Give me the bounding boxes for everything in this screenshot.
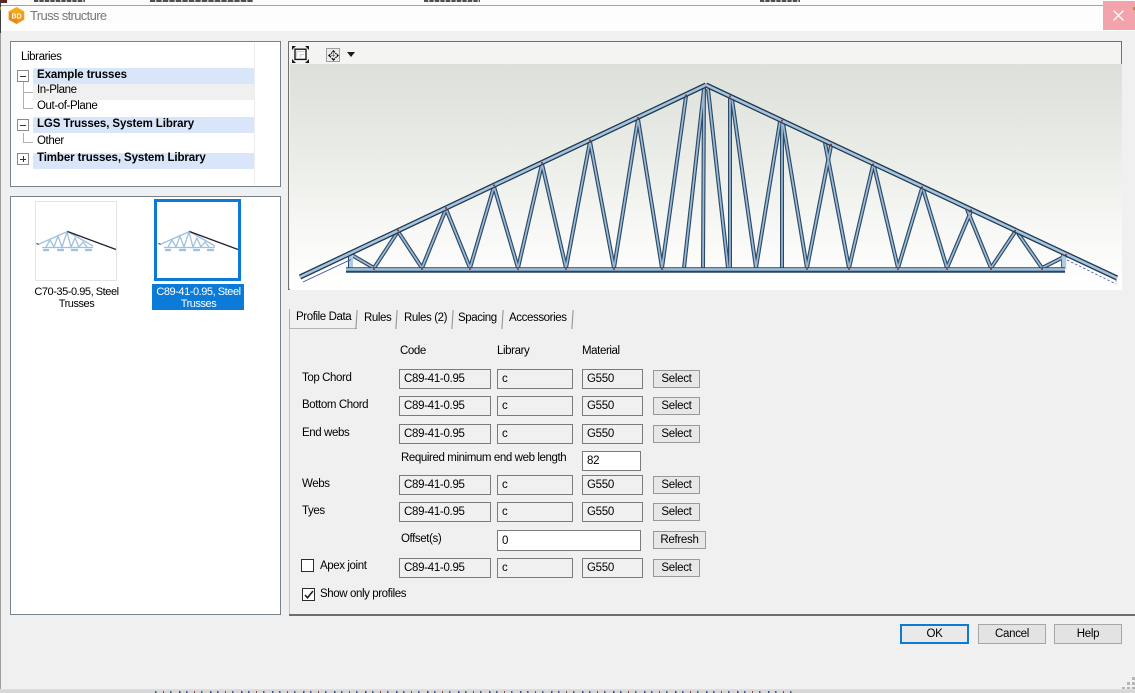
svg-text:BD: BD: [11, 14, 21, 21]
